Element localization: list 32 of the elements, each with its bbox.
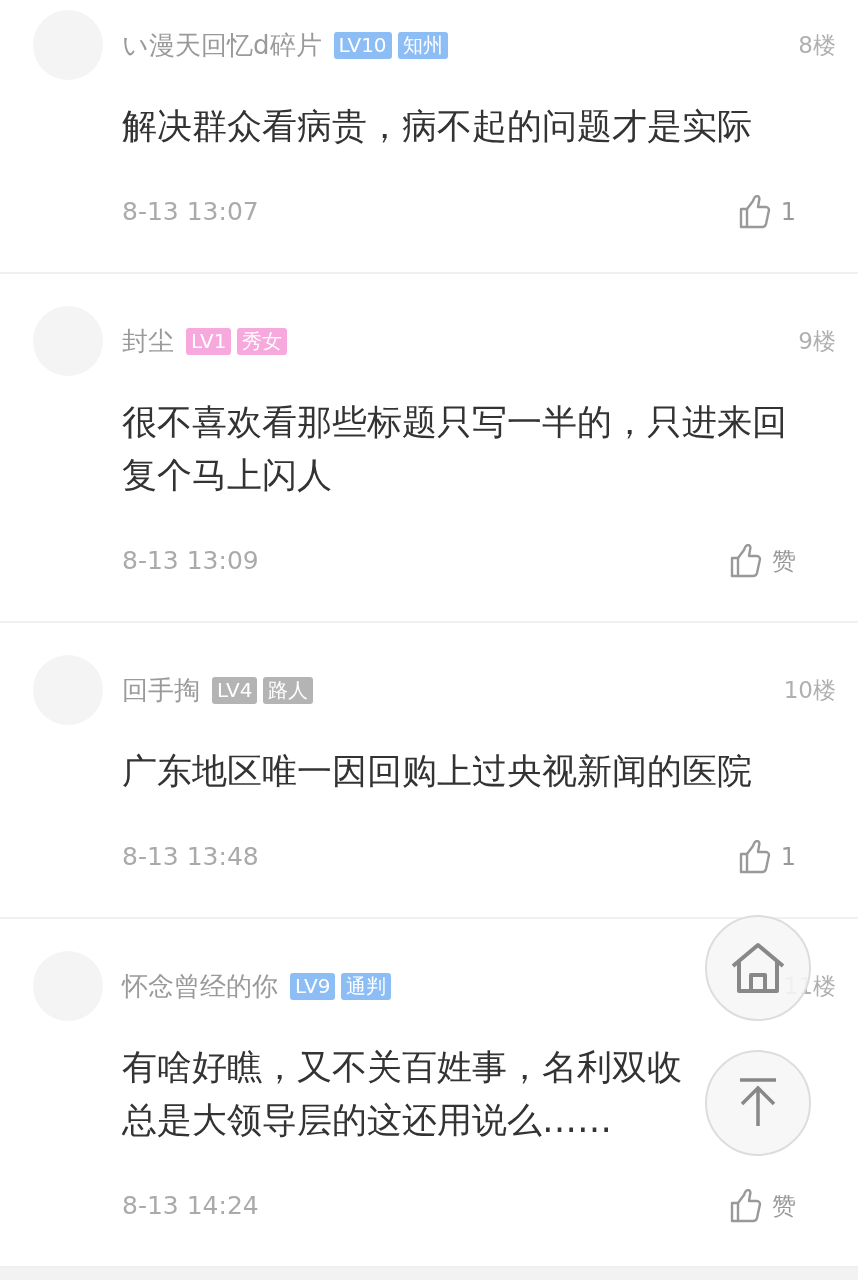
like-button[interactable]: 赞 [730,1188,796,1224]
comment-text: 解决群众看病贵，病不起的问题才是实际 [122,105,753,148]
floor-number: 10楼 [783,675,836,705]
level-badge: LV9 [290,972,336,1000]
level-badge: LV10 [333,31,392,59]
floor-number: 8楼 [798,30,836,60]
thumbs-up-icon [738,195,771,229]
title-badge: 秀女 [237,327,288,355]
username[interactable]: 怀念曾经的你 [122,966,278,1006]
timestamp: 8-13 13:07 [122,196,259,229]
thumbs-up-icon [738,840,771,874]
comment-text: 很不喜欢看那些标题只写一半的，只进来回复个马上闪人 [122,401,788,497]
like-button[interactable]: 赞 [730,543,796,579]
like-button[interactable]: 1 [738,839,796,875]
level-badge: LV4 [212,676,258,704]
level-badge: LV1 [186,327,232,355]
thumbs-up-icon [730,544,762,578]
title-badge: 通判 [341,972,392,1000]
floor-number: 9楼 [798,326,836,356]
timestamp: 8-13 13:48 [122,841,259,874]
comment-text: 有啥好瞧，又不关百姓事，名利双收总是大领导层的这还用说么…… [122,1046,683,1142]
timestamp: 8-13 14:24 [122,1190,259,1223]
timestamp: 8-13 13:09 [122,545,259,578]
like-button[interactable]: 1 [738,194,796,230]
username[interactable]: 回手掏 [122,670,200,710]
username[interactable]: い漫天回忆d碎片 [122,25,322,65]
title-badge: 路人 [263,676,314,704]
thumbs-up-icon [730,1189,762,1223]
username[interactable]: 封尘 [122,321,174,361]
title-badge: 知州 [397,31,448,59]
comment-text: 广东地区唯一因回购上过央视新闻的医院 [122,750,753,793]
home-icon [729,942,787,994]
